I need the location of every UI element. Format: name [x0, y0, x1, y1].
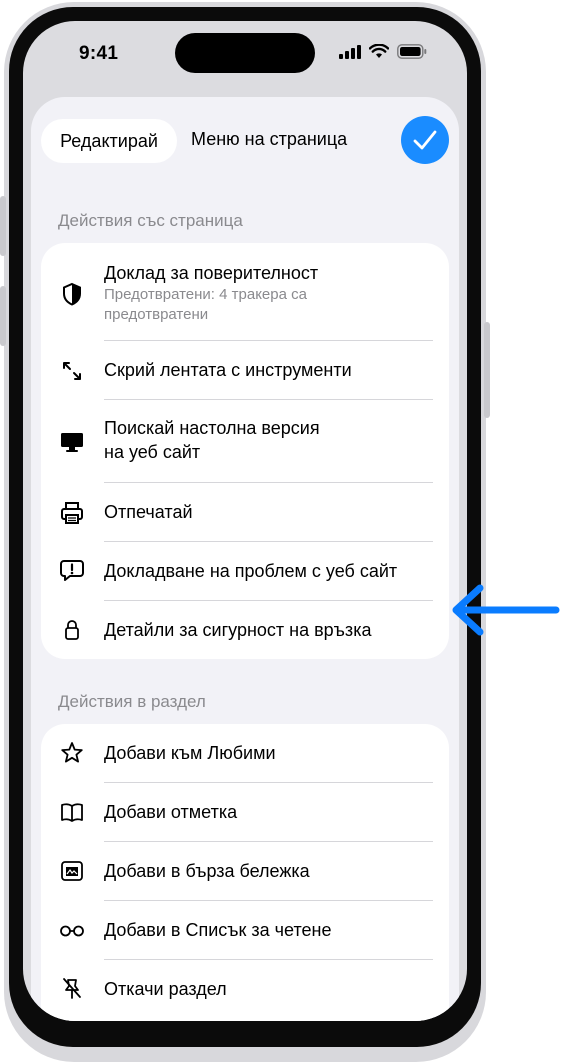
menu-item-privacy-report[interactable]: Доклад за поверителност Предотвратени: 4…: [41, 243, 449, 341]
tab-actions-heading: Действия в раздел: [58, 692, 206, 711]
menu-item-request-desktop[interactable]: Поискай настолна версия на уеб сайт: [41, 400, 449, 483]
menu-item-sublabel: Предотвратени: 4 тракера са предотвратен…: [104, 286, 307, 323]
report-bubble-icon: [60, 560, 84, 581]
menu-item-label: Добави отметка: [104, 802, 238, 822]
wifi-icon: [369, 44, 389, 58]
callout-arrow-icon: [452, 584, 560, 636]
done-button[interactable]: [401, 116, 449, 164]
page-menu-sheet: Редактирай Меню на страница Действия със…: [31, 97, 459, 1021]
status-bar: 9:41: [23, 21, 467, 81]
menu-item-label: Докладване на проблем с уеб сайт: [104, 561, 398, 581]
star-icon: [61, 742, 83, 763]
menu-item-label-line2: на уеб сайт: [104, 442, 201, 462]
menu-item-label: Детайли за сигурност на връзка: [104, 620, 372, 640]
status-time: 9:41: [79, 43, 119, 64]
menu-item-print[interactable]: Отпечатай: [41, 483, 449, 542]
unpin-icon: [63, 978, 81, 999]
checkmark-icon: [413, 130, 437, 150]
menu-item-label: Доклад за поверителност: [104, 263, 319, 283]
menu-item-label: Поискай настолна версия: [104, 418, 320, 438]
menu-item-label: Скрий лентата с инструменти: [104, 360, 352, 380]
side-button-right: [484, 322, 490, 418]
lock-icon: [65, 620, 79, 640]
menu-item-label: Добави в бърза бележка: [104, 861, 310, 881]
menu-item-add-quick-note[interactable]: Добави в бърза бележка: [41, 842, 449, 901]
cellular-signal-icon: [339, 45, 361, 59]
menu-item-label: Откачи раздел: [104, 979, 227, 999]
phone-screen: 9:41 Редактирай Меню на страница Действи…: [23, 21, 467, 1021]
page-actions-group: Доклад за поверителност Предотвратени: 4…: [41, 243, 449, 659]
dynamic-island: [175, 33, 315, 73]
glasses-icon: [60, 925, 84, 937]
edit-button[interactable]: Редактирай: [41, 119, 177, 163]
menu-item-label: Добави към Любими: [104, 743, 276, 763]
menu-item-report-issue[interactable]: Докладване на проблем с уеб сайт: [41, 542, 449, 601]
quick-note-icon: [61, 861, 83, 881]
menu-item-unpin-tab[interactable]: Откачи раздел: [41, 960, 449, 1019]
side-button-left-2: [0, 286, 6, 346]
menu-item-add-reading-list[interactable]: Добави в Списък за четене: [41, 901, 449, 960]
tab-actions-group: Добави към Любими Добави отметка Добави …: [41, 724, 449, 1021]
menu-item-hide-toolbar[interactable]: Скрий лентата с инструменти: [41, 341, 449, 400]
menu-item-add-bookmark[interactable]: Добави отметка: [41, 783, 449, 842]
menu-item-add-favorites[interactable]: Добави към Любими: [41, 724, 449, 783]
desktop-icon: [61, 433, 83, 452]
privacy-shield-icon: [63, 282, 81, 306]
battery-icon: [397, 44, 427, 59]
expand-arrows-icon: [63, 362, 81, 380]
menu-item-label: Отпечатай: [104, 502, 193, 522]
page-actions-heading: Действия със страница: [58, 211, 243, 230]
book-icon: [61, 803, 83, 822]
printer-icon: [61, 502, 83, 524]
sheet-title: Меню на страница: [191, 129, 348, 149]
menu-item-connection-security[interactable]: Детайли за сигурност на връзка: [41, 601, 449, 659]
sheet-header: Редактирай Меню на страница: [31, 97, 459, 177]
side-button-left: [0, 196, 6, 256]
menu-item-label: Добави в Списък за четене: [104, 920, 332, 940]
